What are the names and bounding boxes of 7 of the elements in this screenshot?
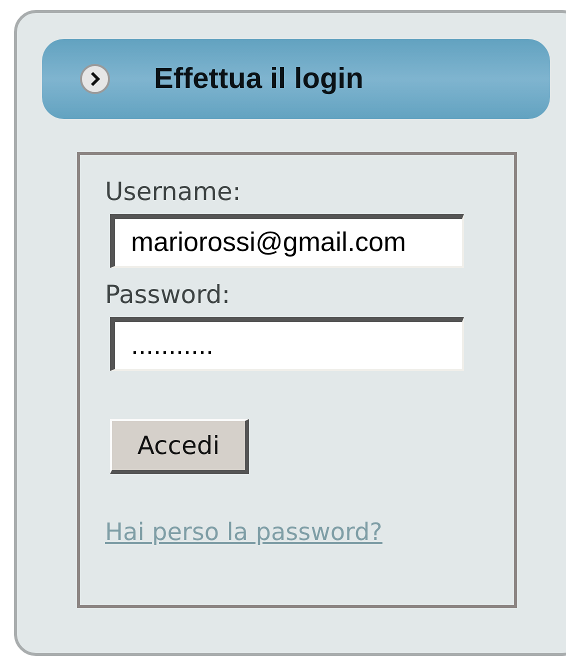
panel-title: Effettua il login bbox=[154, 62, 364, 96]
input-field[interactable]: ........... bbox=[110, 317, 464, 371]
field-label: Password: bbox=[105, 280, 230, 310]
chevron-right-icon bbox=[79, 63, 111, 95]
input-field[interactable]: mariorossi@gmail.com bbox=[110, 214, 464, 268]
field-label: Username: bbox=[105, 177, 241, 207]
login-button[interactable]: Accedi bbox=[110, 419, 249, 474]
